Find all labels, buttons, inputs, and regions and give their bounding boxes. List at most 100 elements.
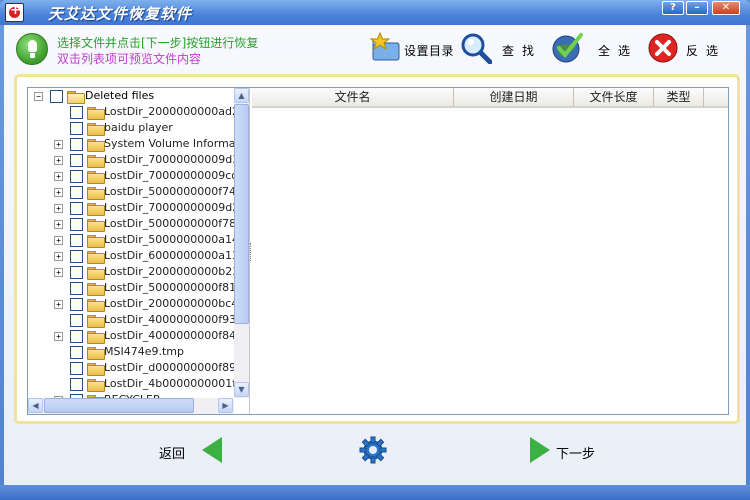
hint-line-2: 双击列表项可预览文件内容 bbox=[57, 52, 202, 66]
tree-horizontal-scrollbar[interactable]: ◀ ▶ bbox=[28, 398, 234, 414]
find-button[interactable]: 查找 bbox=[460, 29, 544, 69]
select-all-button[interactable]: 全选 bbox=[551, 29, 641, 69]
expand-icon[interactable]: + bbox=[54, 252, 63, 261]
file-list-header: 文件名 创建日期 文件长度 类型 bbox=[252, 88, 728, 108]
column-header-type[interactable]: 类型 bbox=[654, 88, 704, 107]
title-bar[interactable]: 天艾达文件恢复软件 ? – ✕ bbox=[0, 0, 750, 25]
column-header-size[interactable]: 文件长度 bbox=[574, 88, 654, 107]
tree-item-checkbox[interactable] bbox=[70, 266, 83, 279]
settings-button[interactable] bbox=[358, 435, 390, 465]
folder-icon bbox=[87, 123, 105, 136]
tree-rows: − Deleted files LostDir_2000000000ad2 baidu… bbox=[28, 88, 234, 398]
folder-icon bbox=[87, 347, 105, 360]
hint-line-1: 选择文件并点击[下一步]按钮进行恢复 bbox=[57, 36, 259, 50]
globe-check-icon bbox=[552, 33, 583, 63]
expand-icon[interactable]: + bbox=[54, 236, 63, 245]
window-title: 天艾达文件恢复软件 bbox=[48, 5, 193, 23]
tree-item[interactable]: LostDir_4000000000f93 bbox=[28, 312, 234, 328]
tree-item[interactable]: + LostDir_70000000009cd bbox=[28, 168, 234, 184]
tree-item-checkbox[interactable] bbox=[70, 202, 83, 215]
tree-item-checkbox[interactable] bbox=[70, 218, 83, 231]
tree-item-checkbox[interactable] bbox=[70, 234, 83, 247]
app-logo-icon bbox=[5, 3, 24, 22]
collapse-icon[interactable]: − bbox=[34, 92, 43, 101]
tree-item-checkbox[interactable] bbox=[70, 378, 83, 391]
tree-item-checkbox[interactable] bbox=[70, 250, 83, 263]
tree-item-label: LostDir_70000000009d3 bbox=[104, 153, 234, 166]
invert-selection-button[interactable]: 反选 bbox=[647, 29, 737, 69]
tree-item-checkbox[interactable] bbox=[70, 106, 83, 119]
tree-hscroll-thumb[interactable] bbox=[44, 398, 194, 413]
tree-item[interactable]: + LostDir_70000000009d3 bbox=[28, 152, 234, 168]
tree-item[interactable]: + LostDir_70000000009d2 bbox=[28, 200, 234, 216]
expand-icon[interactable]: + bbox=[54, 172, 63, 181]
tree-item[interactable]: + LostDir_4000000000f84 bbox=[28, 328, 234, 344]
next-button[interactable]: 下一步 bbox=[528, 435, 608, 465]
tree-item[interactable]: + LostDir_6000000000a13 bbox=[28, 248, 234, 264]
open-folder-icon bbox=[67, 91, 85, 104]
scroll-down-icon[interactable]: ▼ bbox=[234, 382, 249, 397]
scroll-left-icon[interactable]: ◀ bbox=[28, 398, 43, 413]
tree-item-checkbox[interactable] bbox=[70, 362, 83, 375]
tree-item-checkbox[interactable] bbox=[70, 154, 83, 167]
tree-item-checkbox[interactable] bbox=[70, 138, 83, 151]
arrow-right-icon bbox=[530, 437, 550, 463]
tree-item[interactable]: MSI474e9.tmp bbox=[28, 344, 234, 360]
tree-item-label: LostDir_70000000009cd bbox=[104, 169, 234, 182]
folder-icon bbox=[87, 203, 105, 216]
expand-icon[interactable]: + bbox=[54, 140, 63, 149]
tree-item-checkbox[interactable] bbox=[70, 298, 83, 311]
tree-item-checkbox[interactable] bbox=[70, 314, 83, 327]
tree-item-checkbox[interactable] bbox=[70, 282, 83, 295]
tree-item-checkbox[interactable] bbox=[70, 122, 83, 135]
folder-icon bbox=[87, 315, 105, 328]
tree-item[interactable]: + LostDir_5000000000f74 bbox=[28, 184, 234, 200]
expand-icon[interactable]: + bbox=[54, 220, 63, 229]
expand-icon[interactable]: + bbox=[54, 332, 63, 341]
column-header-created[interactable]: 创建日期 bbox=[454, 88, 574, 107]
tree-item[interactable]: LostDir_4b0000000001ff bbox=[28, 376, 234, 392]
tree-item[interactable]: baidu player bbox=[28, 120, 234, 136]
back-button[interactable]: 返回 bbox=[156, 435, 226, 465]
tree-item[interactable]: + LostDir_2000000000bc4 bbox=[28, 296, 234, 312]
tree-item-checkbox[interactable] bbox=[70, 186, 83, 199]
file-list[interactable]: 文件名 创建日期 文件长度 类型 bbox=[252, 88, 728, 414]
expand-icon[interactable]: + bbox=[54, 268, 63, 277]
folder-tree[interactable]: − Deleted files LostDir_2000000000ad2 baidu… bbox=[28, 88, 250, 414]
expand-icon[interactable]: + bbox=[54, 188, 63, 197]
folder-star-icon bbox=[370, 32, 400, 61]
scroll-up-icon[interactable]: ▲ bbox=[234, 88, 249, 103]
tree-item-checkbox[interactable] bbox=[70, 330, 83, 343]
tree-item-label: LostDir_5000000000f81 bbox=[104, 281, 234, 294]
tree-item[interactable]: + LostDir_2000000000b23 bbox=[28, 264, 234, 280]
folder-icon bbox=[87, 155, 105, 168]
set-directory-button[interactable]: 设置目录 bbox=[370, 29, 454, 69]
help-button[interactable]: ? bbox=[662, 1, 684, 15]
tree-item-checkbox[interactable] bbox=[70, 170, 83, 183]
tree-vertical-scrollbar[interactable]: ▲ ▼ bbox=[234, 88, 249, 398]
tree-item-label: baidu player bbox=[104, 121, 173, 134]
expand-icon[interactable]: + bbox=[54, 156, 63, 165]
folder-icon bbox=[87, 267, 105, 280]
folder-icon bbox=[87, 107, 105, 120]
tree-item[interactable]: LostDir_d000000000f89 bbox=[28, 360, 234, 376]
scroll-right-icon[interactable]: ▶ bbox=[218, 398, 233, 413]
close-button[interactable]: ✕ bbox=[712, 1, 740, 15]
tree-item-checkbox[interactable] bbox=[50, 90, 63, 103]
tree-root-item[interactable]: − Deleted files bbox=[28, 88, 234, 104]
tree-vscroll-thumb[interactable] bbox=[234, 104, 249, 324]
expand-icon[interactable]: + bbox=[54, 300, 63, 309]
tree-item-label: Deleted files bbox=[85, 89, 155, 102]
content-frame: − Deleted files LostDir_2000000000ad2 baidu… bbox=[14, 74, 740, 424]
tree-item[interactable]: LostDir_5000000000f81 bbox=[28, 280, 234, 296]
column-header-filename[interactable]: 文件名 bbox=[252, 88, 454, 107]
tree-item[interactable]: LostDir_2000000000ad2 bbox=[28, 104, 234, 120]
tree-item[interactable]: + LostDir_5000000000f78 bbox=[28, 216, 234, 232]
expand-icon[interactable]: + bbox=[54, 204, 63, 213]
folder-icon bbox=[87, 139, 105, 152]
minimize-button[interactable]: – bbox=[686, 1, 708, 15]
tree-item-label: LostDir_2000000000b23 bbox=[104, 265, 234, 278]
tree-item-checkbox[interactable] bbox=[70, 346, 83, 359]
tree-item[interactable]: + System Volume Information bbox=[28, 136, 234, 152]
tree-item[interactable]: + LostDir_5000000000a14 bbox=[28, 232, 234, 248]
